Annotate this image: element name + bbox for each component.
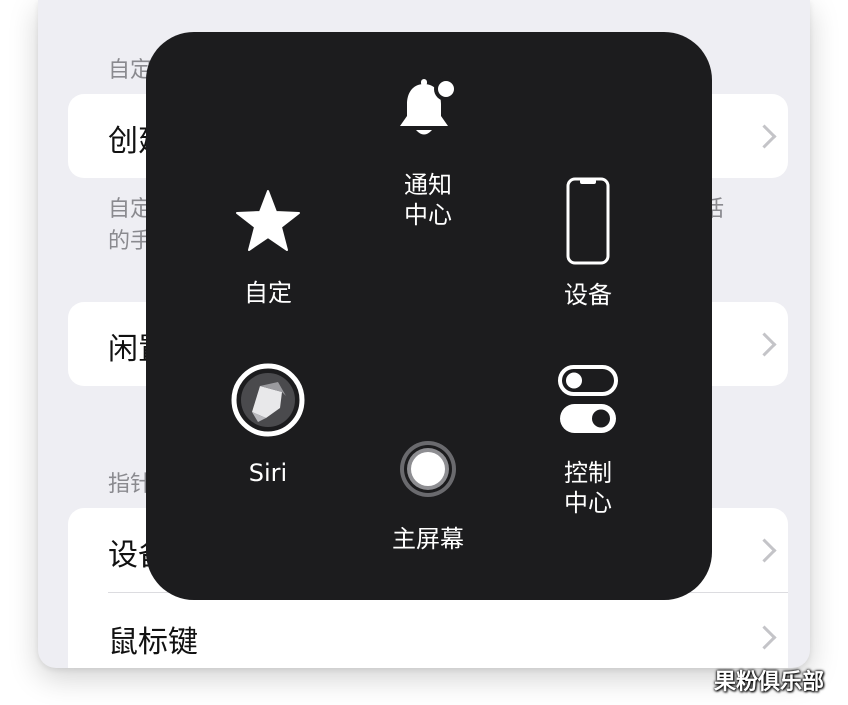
menu-label-home: 主屏幕 <box>392 525 464 553</box>
menu-item-custom[interactable]: 自定 <box>218 188 318 308</box>
menu-item-device[interactable]: 设备 <box>538 176 638 310</box>
menu-label-control-center: 控制 中心 <box>564 459 612 517</box>
screenshot: 自定 创建 自定 的手 话 闲置 指针 设备 鼠标键 通知 中心 自定 设备 S… <box>0 0 848 705</box>
menu-item-control-center[interactable]: 控制 中心 <box>538 364 638 518</box>
star-icon <box>236 190 300 251</box>
menu-item-notification-center[interactable]: 通知 中心 <box>378 76 478 230</box>
menu-item-home[interactable]: 主屏幕 <box>378 438 478 554</box>
home-button-icon <box>400 441 456 497</box>
menu-label-siri: Siri <box>248 459 288 487</box>
chevron-right-icon <box>752 625 777 650</box>
chevron-right-icon <box>752 332 777 357</box>
assistive-touch-menu: 通知 中心 自定 设备 Siri 主屏幕 控制 中心 <box>146 32 712 600</box>
toggles-icon <box>558 365 618 433</box>
chevron-right-icon <box>752 124 777 149</box>
menu-label-device: 设备 <box>564 281 612 309</box>
watermark-text: 果粉俱乐部 <box>714 670 825 695</box>
bell-icon <box>400 77 458 135</box>
menu-label-custom: 自定 <box>244 279 292 307</box>
settings-row-mouse-keys[interactable]: 鼠标键 <box>68 593 788 668</box>
row-title-mouse-keys: 鼠标键 <box>108 625 198 660</box>
chevron-right-icon <box>752 538 777 563</box>
menu-label-notification-center: 通知 中心 <box>404 171 452 229</box>
menu-item-siri[interactable]: Siri <box>218 362 318 488</box>
phone-icon <box>566 177 610 265</box>
siri-icon <box>231 363 305 437</box>
